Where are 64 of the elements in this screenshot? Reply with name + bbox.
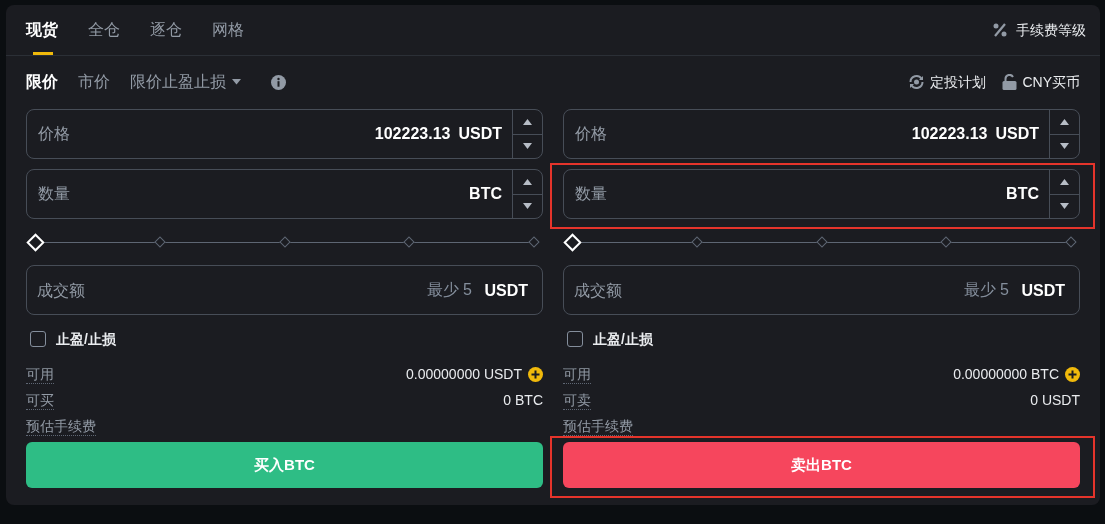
slider-step-mark (528, 236, 540, 248)
quantity-field[interactable]: 数量 BTC (26, 169, 543, 219)
down-arrow-icon (1060, 143, 1069, 150)
cycle-icon (908, 74, 926, 90)
info-label: 可卖 (563, 391, 591, 410)
info-label: 预估手续费 (26, 417, 96, 436)
unit-label: BTC (1006, 184, 1039, 204)
down-arrow-icon (1060, 203, 1069, 210)
quantity-field[interactable]: 数量 BTC (563, 169, 1080, 219)
info-value: 0.00000000 USDT (406, 365, 522, 384)
tab[interactable]: 逐仓 (150, 5, 182, 55)
slider-step-mark (403, 236, 415, 248)
unit-label: USDT (995, 124, 1039, 144)
checkbox[interactable] (30, 331, 46, 347)
field-label: 价格 (37, 124, 70, 144)
submit-button[interactable]: 卖出BTC (563, 442, 1080, 488)
lock-icon (1002, 74, 1018, 90)
add-icon (528, 367, 543, 382)
info-value: 0.00000000 BTC (953, 365, 1059, 384)
checkbox-label: 止盈/止损 (593, 329, 653, 349)
field-label: 数量 (574, 184, 607, 204)
unit-label: USDT (1021, 281, 1065, 301)
price-field[interactable]: 价格 102223.13 USDT (563, 109, 1080, 159)
field-label: 成交额 (37, 281, 85, 301)
price-field[interactable]: 价格 102223.13 USDT (26, 109, 543, 159)
caret-icon (232, 79, 241, 85)
field-label: 成交额 (574, 281, 622, 301)
slider-step-mark (691, 236, 703, 248)
tab[interactable]: 网格 (212, 5, 244, 55)
tab[interactable]: 全仓 (88, 5, 120, 55)
field-label: 数量 (37, 184, 70, 204)
info-value: 0 USDT (1030, 391, 1080, 410)
link[interactable]: 定投计划 (908, 71, 987, 93)
checkbox-label: 止盈/止损 (56, 329, 116, 349)
unit-label: BTC (469, 184, 502, 204)
info-value: 0 BTC (503, 391, 543, 410)
down-arrow-icon (523, 203, 532, 210)
info-label: 可用 (563, 365, 591, 384)
order-type-tab[interactable]: 市价 (78, 70, 110, 94)
tab[interactable]: 现货 (26, 5, 58, 55)
link[interactable]: CNY买币 (1002, 71, 1080, 93)
percent-icon (992, 22, 1008, 38)
unit-label: USDT (458, 124, 502, 144)
order-type-tab[interactable]: 限价止盈止损 (130, 70, 241, 94)
field-value: 102223.13 (374, 124, 451, 144)
slider-step-mark (1065, 236, 1077, 248)
slider-step-mark (154, 236, 166, 248)
info-icon (271, 74, 286, 90)
info-label: 可买 (26, 391, 54, 410)
up-arrow-icon (523, 118, 532, 125)
info-label: 可用 (26, 365, 54, 384)
up-arrow-icon (1060, 118, 1069, 125)
fee-level-button[interactable]: 手续费等级 (992, 19, 1086, 41)
unit-label: USDT (484, 281, 528, 301)
add-icon (1065, 367, 1080, 382)
field-label: 价格 (574, 124, 607, 144)
field-value: 102223.13 (911, 124, 988, 144)
up-arrow-icon (523, 178, 532, 185)
slider-step-mark (940, 236, 952, 248)
order-type-tab[interactable]: 限价 (26, 70, 58, 94)
down-arrow-icon (523, 143, 532, 150)
info-label: 预估手续费 (563, 417, 633, 436)
up-arrow-icon (1060, 178, 1069, 185)
checkbox[interactable] (567, 331, 583, 347)
